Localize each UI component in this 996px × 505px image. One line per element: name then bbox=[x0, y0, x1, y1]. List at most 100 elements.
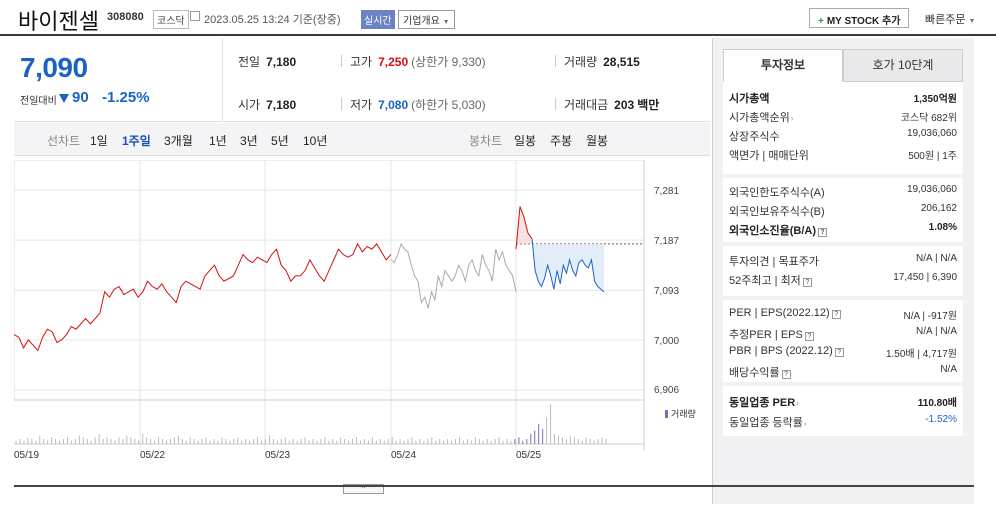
sector-block: 동일업종 PER› 110.80배 동일업종 등락률› -1.52% bbox=[723, 386, 963, 436]
info-row-label: 상장주식수 bbox=[729, 128, 780, 144]
tab-1week[interactable]: 1주일 bbox=[122, 132, 151, 149]
stat-amount: 거래대금 203 백만 bbox=[564, 96, 659, 113]
quick-order-link[interactable]: 빠른주문 ▼ bbox=[925, 11, 975, 27]
info-row: 외국인한도주식수(A) 19,036,060 bbox=[729, 184, 957, 200]
info-row-label-text: 투자의견 | 목표주가 bbox=[729, 256, 819, 268]
investment-info-panel: 투자정보 호가 10단계 시가총액 1,350억원시가총액순위› 코스닥 682위상… bbox=[712, 38, 974, 504]
info-row: 액면가 | 매매단위 500원 | 1주 bbox=[729, 147, 957, 162]
info-row-label-text: 추정PER | EPS bbox=[729, 329, 803, 341]
tab-hoga-10[interactable]: 호가 10단계 bbox=[843, 49, 963, 82]
info-row-label[interactable]: 동일업종 등락률› bbox=[729, 414, 807, 430]
info-row-label[interactable]: 52주최고 | 최저? bbox=[729, 272, 812, 288]
help-icon[interactable]: ? bbox=[781, 370, 791, 379]
tab-weekly-candle[interactable]: 주봉 bbox=[550, 132, 572, 149]
help-icon[interactable]: ? bbox=[818, 228, 827, 237]
bottom-divider bbox=[14, 485, 974, 487]
info-row: 외국인보유주식수(B) 206,162 bbox=[729, 203, 957, 219]
volume-legend: 거래량 bbox=[665, 407, 696, 420]
stat-open: 시가 7,180 bbox=[238, 96, 296, 113]
volume-legend-label: 거래량 bbox=[671, 409, 696, 419]
stat-amount-value: 203 bbox=[614, 98, 635, 112]
help-icon[interactable]: ? bbox=[802, 278, 812, 287]
info-row: 시가총액순위› 코스닥 682위 bbox=[729, 109, 957, 125]
tab-3year[interactable]: 3년 bbox=[240, 132, 258, 149]
info-row: 추정PER | EPS? N/A | N/A bbox=[729, 326, 957, 342]
info-row-label: 시가총액 bbox=[729, 90, 769, 106]
stat-prev: 전일 7,180 bbox=[238, 53, 296, 70]
tab-monthly-candle[interactable]: 월봉 bbox=[586, 132, 608, 149]
info-row-label[interactable]: 시가총액순위› bbox=[729, 109, 793, 125]
my-stock-add-button[interactable]: + MY STOCK 추가 bbox=[809, 8, 910, 28]
info-row: 시가총액 1,350억원 bbox=[729, 90, 957, 106]
tab-investment-info[interactable]: 투자정보 bbox=[723, 49, 843, 82]
stat-high-label: 고가 bbox=[350, 55, 373, 69]
chevron-right-icon: › bbox=[803, 419, 807, 428]
current-price-panel: 7,090 전일대비 90 -1.25% bbox=[14, 38, 223, 122]
chevron-right-icon: › bbox=[796, 399, 799, 408]
info-row: 52주최고 | 최저? 17,450 | 6,390 bbox=[729, 272, 957, 288]
info-row-label-text: 상장주식수 bbox=[729, 131, 780, 143]
stat-high-value: 7,250 bbox=[378, 55, 409, 69]
tab-1year[interactable]: 1년 bbox=[209, 132, 227, 149]
plus-icon: + bbox=[818, 16, 824, 27]
info-row-value: 110.80배 bbox=[917, 398, 957, 409]
info-row-label[interactable]: 동일업종 PER› bbox=[729, 394, 799, 410]
plot-frame bbox=[14, 160, 645, 401]
chevron-right-icon: › bbox=[790, 114, 794, 123]
foreign-ownership-block: 외국인한도주식수(A) 19,036,060 외국인보유주식수(B) 206,162 외… bbox=[723, 178, 963, 242]
realtime-badge[interactable]: 실시간 bbox=[361, 10, 395, 29]
info-row-label-text: 동일업종 등락률 bbox=[729, 417, 803, 429]
valuation-block: PER | EPS(2022.12)? N/A | -917원추정PER | EP… bbox=[723, 300, 963, 382]
divider bbox=[341, 98, 342, 110]
stat-upper-limit: (상한가 9,330) bbox=[411, 55, 486, 69]
info-row-value: 17,450 | 6,390 bbox=[893, 272, 957, 283]
info-row-label: 외국인보유주식수(B) bbox=[729, 203, 825, 219]
volume-swatch bbox=[665, 410, 668, 418]
stat-prev-label: 전일 bbox=[238, 55, 261, 69]
info-row-value: 500원 | 1주 bbox=[908, 151, 957, 162]
info-row-label-text: PER | EPS(2022.12) bbox=[729, 307, 830, 319]
x-tick-label: 05/23 bbox=[265, 450, 291, 461]
info-row-value: 코스닥 682위 bbox=[900, 113, 957, 124]
x-tick-label: 05/25 bbox=[516, 450, 542, 461]
info-row-value: -1.52% bbox=[925, 414, 957, 425]
help-icon[interactable]: ? bbox=[834, 348, 844, 357]
stock-name: 바이젠셀 bbox=[18, 10, 99, 35]
info-row-label: 외국인한도주식수(A) bbox=[729, 184, 825, 200]
target-price-block: 투자의견 | 목표주가 N/A | N/A 52주최고 | 최저? 17,450 | … bbox=[723, 246, 963, 296]
info-row-label[interactable]: 외국인소진율(B/A)? bbox=[729, 222, 827, 238]
divider bbox=[555, 55, 556, 67]
stat-open-label: 시가 bbox=[238, 98, 261, 112]
tab-daily-candle[interactable]: 일봉 bbox=[514, 132, 536, 149]
stat-volume: 거래량 28,515 bbox=[564, 53, 640, 70]
tab-1day[interactable]: 1일 bbox=[90, 132, 108, 149]
info-row-label[interactable]: 추정PER | EPS? bbox=[729, 326, 814, 342]
info-row: 동일업종 PER› 110.80배 bbox=[729, 394, 957, 410]
info-row-label-text: PBR | BPS (2022.12) bbox=[729, 345, 833, 357]
y-tick-label: 7,281 bbox=[654, 186, 680, 197]
info-row-value: N/A | N/A bbox=[916, 326, 957, 337]
divider bbox=[555, 98, 556, 110]
my-stock-label: MY STOCK 추가 bbox=[826, 16, 901, 27]
quote-timestamp: 2023.05.25 13:24 기준(장중) bbox=[204, 14, 341, 26]
tab-10year[interactable]: 10년 bbox=[303, 132, 327, 149]
info-row: 상장주식수 19,036,060 bbox=[729, 128, 957, 144]
info-row: PER | EPS(2022.12)? N/A | -917원 bbox=[729, 307, 957, 322]
info-row-label-text: 외국인소진율(B/A) bbox=[729, 225, 816, 237]
price-change: 90 bbox=[72, 89, 89, 106]
tab-3month[interactable]: 3개월 bbox=[164, 132, 193, 149]
info-row: 투자의견 | 목표주가 N/A | N/A bbox=[729, 253, 957, 268]
help-icon[interactable]: ? bbox=[831, 310, 841, 319]
tab-5year[interactable]: 5년 bbox=[271, 132, 289, 149]
quick-order-label: 빠른주문 bbox=[925, 14, 966, 26]
corp-info-dropdown[interactable]: 기업개요 ▼ bbox=[398, 10, 455, 29]
x-tick-label: 05/22 bbox=[140, 450, 166, 461]
help-icon[interactable]: ? bbox=[804, 332, 814, 341]
y-tick-label: 7,187 bbox=[654, 236, 680, 247]
info-row-label[interactable]: 배당수익률? bbox=[729, 364, 791, 380]
chevron-down-icon: ▼ bbox=[968, 18, 976, 25]
info-row-value: N/A bbox=[940, 364, 957, 375]
price-chart-svg bbox=[14, 160, 645, 450]
info-row-label[interactable]: PBR | BPS (2022.12)? bbox=[729, 345, 844, 357]
info-row-label[interactable]: PER | EPS(2022.12)? bbox=[729, 307, 841, 319]
